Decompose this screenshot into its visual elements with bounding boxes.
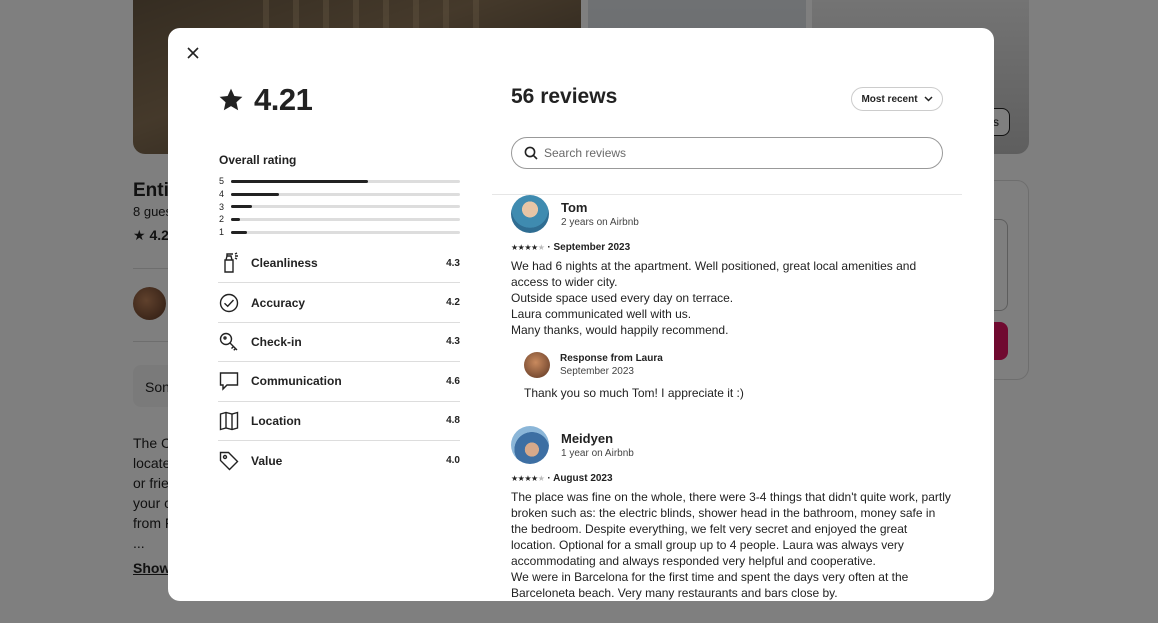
- distribution-label: 2: [219, 214, 225, 225]
- review-text: We had 6 nights at the apartment. Well p…: [511, 258, 951, 338]
- distribution-row: 4: [219, 188, 460, 201]
- response-text: Thank you so much Tom! I appreciate it :…: [524, 386, 744, 400]
- rating-distribution: 5 4 3 2 1: [219, 175, 460, 238]
- review-date: · August 2023: [547, 472, 613, 484]
- category-accuracy: Accuracy 4.2: [218, 283, 460, 323]
- review-stars: ★★★★★: [511, 242, 545, 252]
- tag-icon: [218, 450, 240, 472]
- distribution-bar: [231, 179, 460, 183]
- distribution-bar: [231, 192, 460, 196]
- reviewer-name[interactable]: Tom: [561, 200, 639, 215]
- review-line: Outside space used every day on terrace.: [511, 291, 734, 305]
- category-name: Location: [251, 413, 301, 428]
- chat-bubble-icon: [218, 370, 240, 392]
- review-line: We had 6 nights at the apartment. Well p…: [511, 259, 917, 289]
- distribution-row: 3: [219, 200, 460, 213]
- key-icon: [218, 331, 240, 353]
- distribution-label: 4: [219, 189, 225, 200]
- review-text: The place was fine on the whole, there w…: [511, 489, 951, 601]
- distribution-bar-fill: [231, 230, 248, 234]
- category-name: Communication: [251, 374, 342, 389]
- category-name: Value: [251, 453, 283, 468]
- category-name: Accuracy: [251, 295, 306, 310]
- host-response: Response from Laura September 2023 Thank…: [511, 351, 951, 400]
- reviewer-info: Meidyen 1 year on Airbnb: [561, 431, 634, 459]
- review-header: Meidyen 1 year on Airbnb: [511, 426, 951, 464]
- category-ratings: Cleanliness 4.3 Accuracy 4.2 Check-in 4.…: [218, 244, 460, 480]
- response-header: Response from Laura September 2023: [524, 351, 951, 378]
- review-line: The place was fine on the whole, there w…: [511, 490, 951, 568]
- distribution-row: 1: [219, 226, 460, 239]
- star-icon: [219, 88, 243, 111]
- overall-score: 4.21: [218, 82, 313, 118]
- response-title: Response from Laura: [560, 352, 663, 364]
- search-input[interactable]: [544, 146, 924, 160]
- response-date: September 2023: [560, 365, 634, 377]
- category-score: 4.2: [446, 297, 460, 309]
- category-score: 4.6: [446, 375, 460, 387]
- category-score: 4.3: [446, 257, 460, 269]
- review-list[interactable]: Tom 2 years on Airbnb ★★★★★ · September …: [511, 195, 951, 601]
- category-name: Check-in: [251, 334, 302, 349]
- distribution-row: 2: [219, 213, 460, 226]
- chevron-down-icon: [924, 96, 933, 102]
- distribution-bar-fill: [231, 179, 369, 183]
- avatar[interactable]: [511, 195, 549, 233]
- category-score: 4.3: [446, 336, 460, 348]
- distribution-bar-fill: [231, 217, 241, 221]
- reviewer-tenure: 2 years on Airbnb: [561, 217, 639, 228]
- category-check-in: Check-in 4.3: [218, 323, 460, 363]
- overall-rating-label: Overall rating: [219, 153, 297, 167]
- sort-dropdown[interactable]: Most recent: [851, 87, 943, 111]
- map-icon: [218, 410, 240, 432]
- category-score: 4.8: [446, 415, 460, 427]
- review-date: · September 2023: [547, 241, 631, 253]
- overall-score-value: 4.21: [254, 82, 313, 117]
- reviews-count: 56 reviews: [511, 85, 618, 108]
- host-avatar[interactable]: [524, 351, 550, 378]
- category-communication: Communication 4.6: [218, 362, 460, 402]
- reviewer-name[interactable]: Meidyen: [561, 431, 634, 446]
- review-item: Tom 2 years on Airbnb ★★★★★ · September …: [511, 195, 951, 400]
- review-item: Meidyen 1 year on Airbnb ★★★★★ · August …: [511, 426, 951, 601]
- search-reviews-box[interactable]: [511, 137, 943, 169]
- distribution-label: 5: [219, 176, 225, 187]
- review-header: Tom 2 years on Airbnb: [511, 195, 951, 233]
- category-name: Cleanliness: [251, 256, 318, 271]
- review-meta: ★★★★★ · September 2023: [511, 241, 951, 253]
- reviews-modal: 4.21 Overall rating 5 4 3 2 1 Cleanlines…: [168, 28, 994, 601]
- review-stars: ★★★★★: [511, 473, 545, 483]
- category-value: Value 4.0: [218, 441, 460, 480]
- category-score: 4.0: [446, 455, 460, 467]
- reviewer-info: Tom 2 years on Airbnb: [561, 200, 639, 228]
- distribution-row: 5: [219, 175, 460, 188]
- avatar[interactable]: [511, 426, 549, 464]
- spray-bottle-icon: [218, 252, 240, 274]
- close-button[interactable]: [182, 42, 204, 64]
- search-icon: [524, 146, 538, 160]
- close-icon: [187, 47, 199, 59]
- distribution-bar: [231, 217, 460, 221]
- distribution-bar-fill: [231, 192, 280, 196]
- review-line: We were in Barcelona for the first time …: [511, 570, 909, 600]
- check-circle-icon: [218, 292, 240, 314]
- response-info: Response from Laura September 2023: [560, 353, 663, 377]
- review-line: Many thanks, would happily recommend.: [511, 323, 729, 337]
- distribution-label: 3: [219, 201, 225, 212]
- category-cleanliness: Cleanliness 4.3: [218, 244, 460, 284]
- distribution-bar: [231, 205, 460, 209]
- distribution-label: 1: [219, 227, 225, 238]
- sort-label: Most recent: [861, 93, 918, 105]
- reviewer-tenure: 1 year on Airbnb: [561, 448, 634, 459]
- review-line: Laura communicated well with us.: [511, 307, 692, 321]
- distribution-bar-fill: [231, 205, 252, 209]
- category-location: Location 4.8: [218, 402, 460, 441]
- distribution-bar: [231, 230, 460, 234]
- review-meta: ★★★★★ · August 2023: [511, 472, 951, 484]
